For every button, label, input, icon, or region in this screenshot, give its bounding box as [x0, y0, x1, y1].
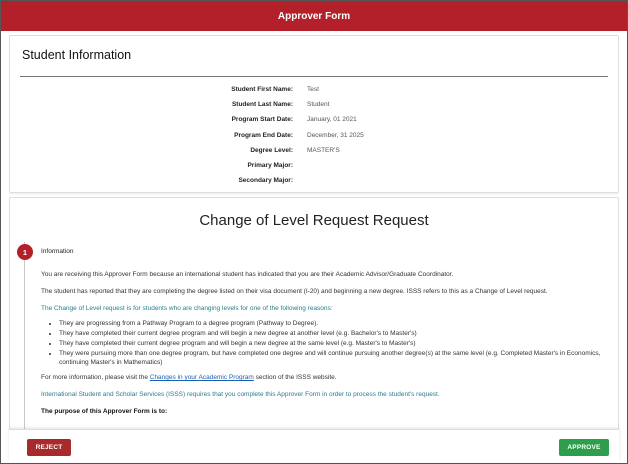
list-item: They have completed their current degree…: [59, 329, 604, 338]
step-label: Information: [41, 248, 74, 255]
info-row-secondary-major: Secondary Major:: [10, 173, 618, 188]
info-value: MASTER'S: [307, 146, 340, 154]
list-item: They are progressing from a Pathway Prog…: [59, 319, 604, 328]
list-item: They were pursuing more than one degree …: [59, 349, 604, 367]
information-section: 1 Information You are receiving this App…: [17, 242, 608, 429]
information-body: You are receiving this Approver Form bec…: [41, 270, 604, 424]
info-label: Degree Level:: [250, 146, 293, 154]
student-information-card: Student Information Student First Name: …: [9, 35, 619, 193]
reasons-list: They are progressing from a Pathway Prog…: [59, 319, 604, 367]
list-item: They have completed their current degree…: [59, 339, 604, 348]
info-label: Program Start Date:: [231, 116, 293, 124]
info-label: Secondary Major:: [238, 177, 293, 185]
action-footer: REJECT APPROVE: [9, 429, 619, 462]
info-label: Primary Major:: [247, 162, 293, 170]
approver-form-window: Approver Form Student Information Studen…: [0, 0, 628, 464]
info-label: Student Last Name:: [231, 101, 293, 109]
info-value: January, 01 2021: [307, 116, 357, 124]
change-of-level-request-card: Change of Level Request Request 1 Inform…: [9, 197, 619, 429]
paragraph-reported: The student has reported that they are c…: [41, 288, 548, 295]
student-info-heading: Student Information: [22, 48, 132, 62]
info-value: December, 31 2025: [307, 131, 364, 139]
approve-button[interactable]: APPROVE: [559, 439, 609, 456]
paragraph-reasons-intro: The Change of Level request is for stude…: [41, 305, 333, 312]
paragraph-isss: International Student and Scholar Servic…: [41, 391, 440, 398]
info-row-first-name: Student First Name: Test: [10, 82, 618, 97]
info-label: Student First Name:: [231, 86, 293, 94]
more-info-suffix: section of the ISSS website.: [253, 374, 337, 381]
student-info-list: Student First Name: Test Student Last Na…: [10, 82, 618, 188]
reject-button[interactable]: REJECT: [27, 439, 71, 456]
info-row-start-date: Program Start Date: January, 01 2021: [10, 112, 618, 127]
top-bar: Approver Form: [1, 1, 627, 31]
info-row-primary-major: Primary Major:: [10, 158, 618, 173]
purpose-heading: The purpose of this Approver Form is to:: [41, 408, 168, 415]
main-content[interactable]: Student Information Student First Name: …: [9, 31, 619, 429]
more-info-prefix: For more information, please visit the: [41, 374, 150, 381]
academic-program-link[interactable]: Changes in your Academic Program: [150, 374, 254, 381]
info-label: Program End Date:: [234, 131, 293, 139]
divider: [20, 76, 608, 77]
paragraph-more-info: For more information, please visit the C…: [41, 373, 604, 382]
info-row-last-name: Student Last Name: Student: [10, 97, 618, 112]
request-title: Change of Level Request Request: [199, 212, 429, 229]
info-value: Test: [307, 86, 319, 94]
page-title: Approver Form: [277, 10, 351, 22]
info-value: Student: [307, 101, 330, 109]
step-number-badge: 1: [17, 244, 33, 260]
info-row-degree-level: Degree Level: MASTER'S: [10, 143, 618, 158]
info-row-end-date: Program End Date: December, 31 2025: [10, 128, 618, 143]
paragraph-receiving: You are receiving this Approver Form bec…: [41, 271, 454, 278]
